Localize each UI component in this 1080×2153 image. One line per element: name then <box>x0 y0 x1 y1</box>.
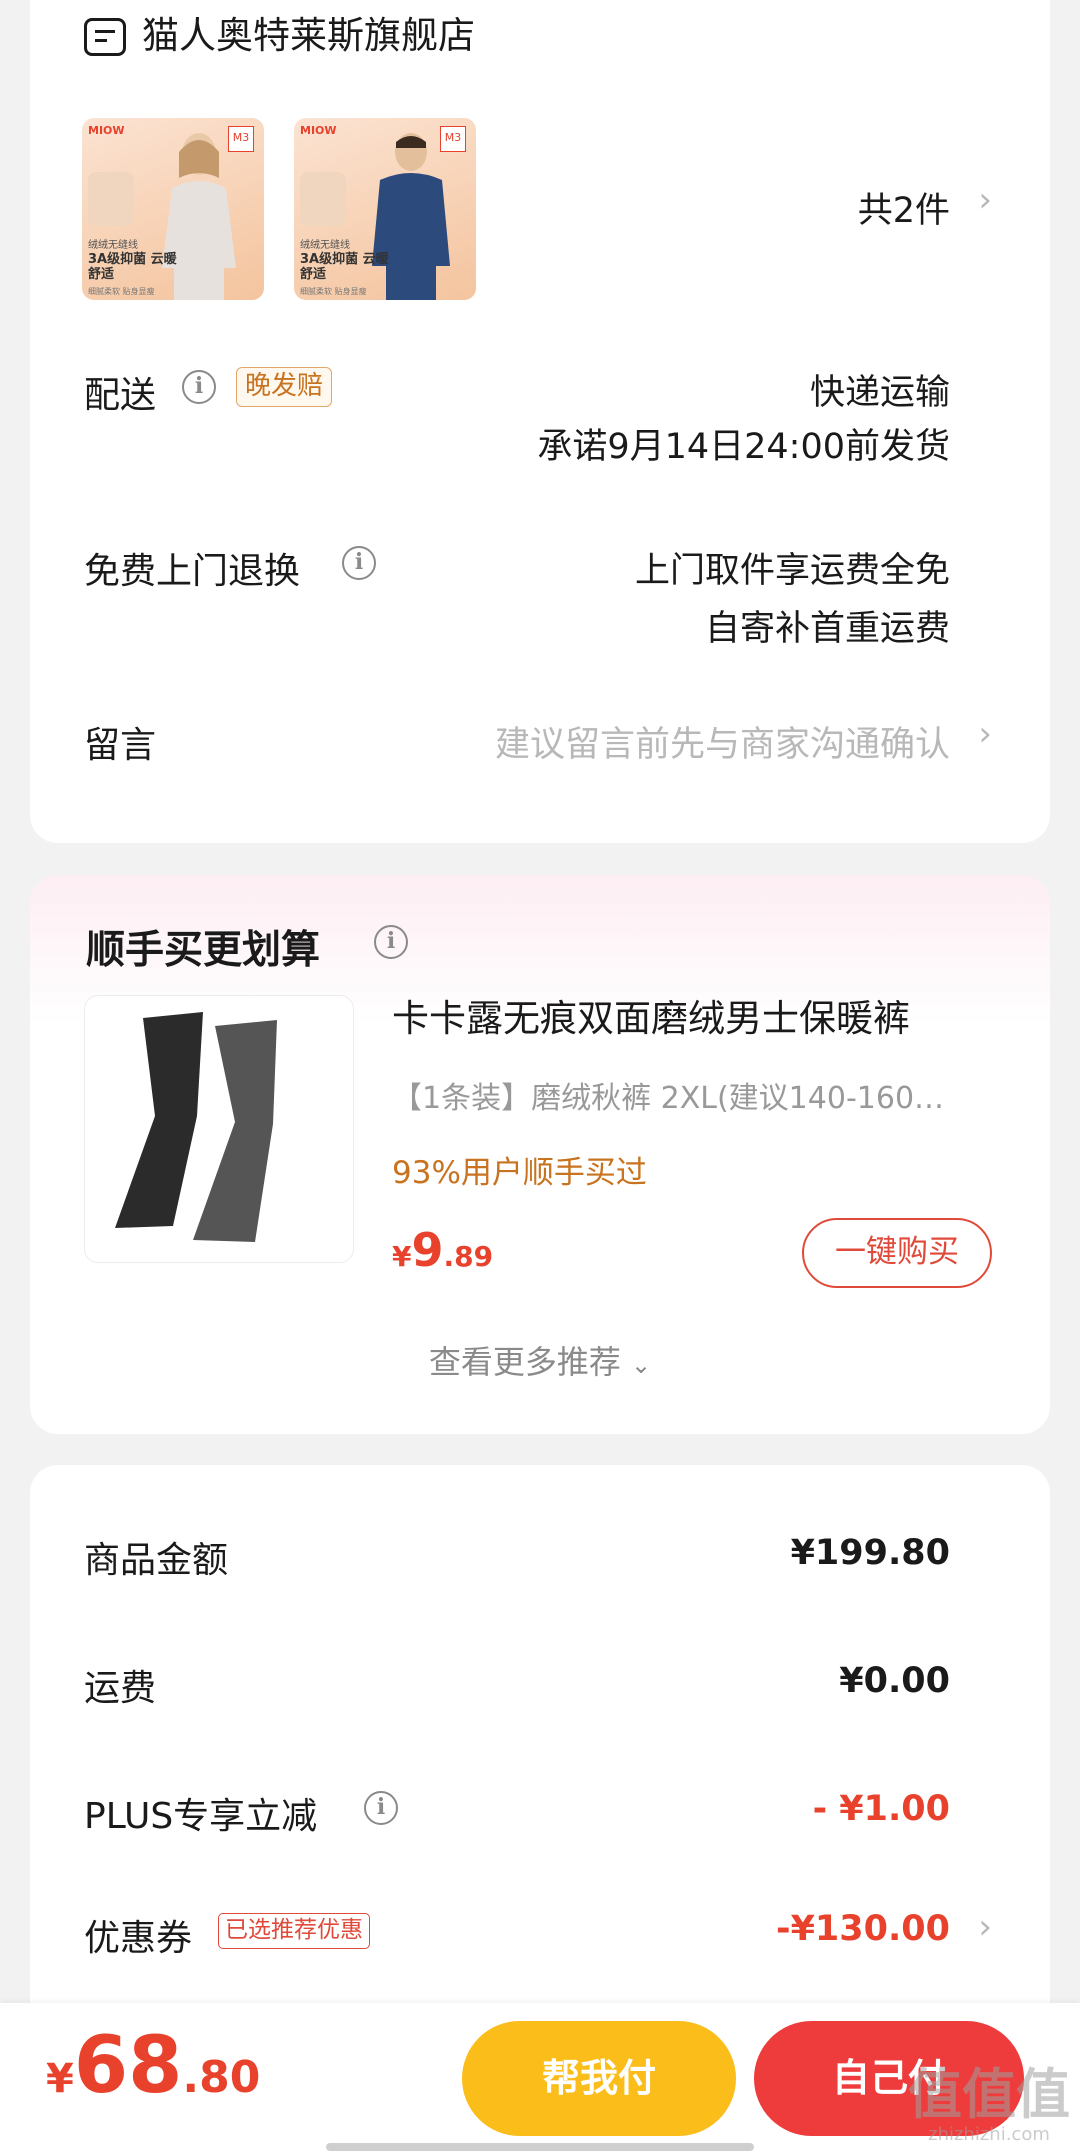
addon-recommendation-card: 顺手买更划算 i 卡卡露无痕双面磨绒男士保暖裤 【1条装】磨绒秋裤 2XL(建议… <box>30 875 1050 1434</box>
watermark-text: 值值值 <box>908 2063 1070 2126</box>
info-icon[interactable]: i <box>364 1791 398 1825</box>
delivery-promise: 承诺9月14日24:00前发货 <box>537 427 950 467</box>
return-service-line2: 自寄补首重运费 <box>704 609 950 649</box>
shipping-label: 运费 <box>84 1668 157 1709</box>
goods-amount-label: 商品金额 <box>84 1540 229 1581</box>
store-icon <box>84 18 126 56</box>
chevron-right-icon[interactable]: › <box>978 180 992 220</box>
price-integer: 68 <box>73 2021 183 2111</box>
info-icon[interactable]: i <box>342 546 376 580</box>
order-card: 猫人奥特莱斯旗舰店 MIOW M3 绒绒无缝线 3A级抑菌 云暖舒适 细腻柔软 … <box>30 0 1050 843</box>
price-summary-card: 商品金额 ¥199.80 运费 ¥0.00 PLUS专享立减 i - ¥1.00… <box>30 1465 1050 2025</box>
addon-social-proof: 93%用户顺手买过 <box>392 1155 647 1191</box>
see-more-recommendations[interactable]: 查看更多推荐 ⌄ <box>30 1337 1050 1383</box>
price-decimal: .80 <box>182 2052 261 2103</box>
coupon-selected-badge: 已选推荐优惠 <box>218 1913 370 1949</box>
price-decimal: .89 <box>443 1240 494 1273</box>
return-service-label: 免费上门退换 <box>84 551 301 592</box>
price-integer: 9 <box>411 1223 444 1277</box>
chevron-down-icon: ⌄ <box>631 1351 652 1379</box>
product-tag: 绒绒无缝线 <box>88 240 138 251</box>
see-more-label: 查看更多推荐 <box>428 1343 621 1381</box>
product-feature: 3A级抑菌 云暖舒适 <box>88 252 177 282</box>
addon-product-spec[interactable]: 【1条装】磨绒秋裤 2XL(建议140-160… <box>392 1073 1012 1117</box>
help-me-pay-button[interactable]: 帮我付 <box>462 2021 736 2136</box>
brand-logo: MIOW <box>300 124 337 137</box>
chevron-right-icon[interactable]: › <box>978 714 992 754</box>
brand-logo: MIOW <box>88 124 125 137</box>
one-click-buy-button[interactable]: 一键购买 <box>802 1218 992 1288</box>
late-ship-compensation-badge: 晚发赔 <box>236 367 333 407</box>
currency-symbol: ¥ <box>392 1240 412 1273</box>
chevron-right-icon[interactable]: › <box>978 1907 992 1947</box>
delivery-method: 快递运输 <box>809 373 950 413</box>
addon-title: 顺手买更划算 <box>86 928 321 973</box>
product-tag: 绒绒无缝线 <box>300 240 350 251</box>
store-name[interactable]: 猫人奥特莱斯旗舰店 <box>142 12 475 60</box>
total-price: ¥68.80 <box>46 2021 260 2111</box>
addon-price: ¥9.89 <box>392 1223 493 1277</box>
plus-discount-value: - ¥1.00 <box>812 1789 950 1829</box>
product-subtag: 细腻柔软 贴身显瘦 <box>300 287 367 296</box>
delivery-label: 配送 <box>84 375 157 416</box>
addon-product-image[interactable] <box>84 995 354 1263</box>
site-watermark: 值值值 zhizhizhi.com <box>908 2065 1070 2145</box>
pants-image <box>115 1012 277 1242</box>
addon-product-name[interactable]: 卡卡露无痕双面磨绒男士保暖裤 <box>392 995 1012 1043</box>
fabric-swatch <box>88 172 134 226</box>
message-input[interactable]: 建议留言前先与商家沟通确认 <box>330 716 950 767</box>
info-icon[interactable]: i <box>182 370 216 404</box>
message-label: 留言 <box>84 725 157 766</box>
goods-amount-value: ¥199.80 <box>790 1533 950 1573</box>
fabric-swatch <box>300 172 346 226</box>
product-thumbnail[interactable]: MIOW M3 绒绒无缝线 3A级抑菌 云暖舒适 细腻柔软 贴身显瘦 <box>294 118 476 300</box>
items-count[interactable]: 共2件 <box>750 182 950 233</box>
product-subtag: 细腻柔软 贴身显瘦 <box>88 287 155 296</box>
home-indicator <box>326 2143 754 2151</box>
info-icon[interactable]: i <box>374 925 408 959</box>
product-feature: 3A级抑菌 云暖舒适 <box>300 252 389 282</box>
coupon-value[interactable]: -¥130.00 <box>650 1909 950 1949</box>
watermark-subtext: zhizhizhi.com <box>928 2124 1050 2145</box>
coupon-label: 优惠券 <box>84 1918 193 1959</box>
currency-symbol: ¥ <box>46 2056 74 2102</box>
shipping-value: ¥0.00 <box>839 1661 950 1701</box>
plus-discount-label: PLUS专享立减 <box>84 1796 318 1837</box>
product-thumbnail[interactable]: MIOW M3 绒绒无缝线 3A级抑菌 云暖舒适 细腻柔软 贴身显瘦 <box>82 118 264 300</box>
return-service-line1: 上门取件享运费全免 <box>634 551 950 591</box>
